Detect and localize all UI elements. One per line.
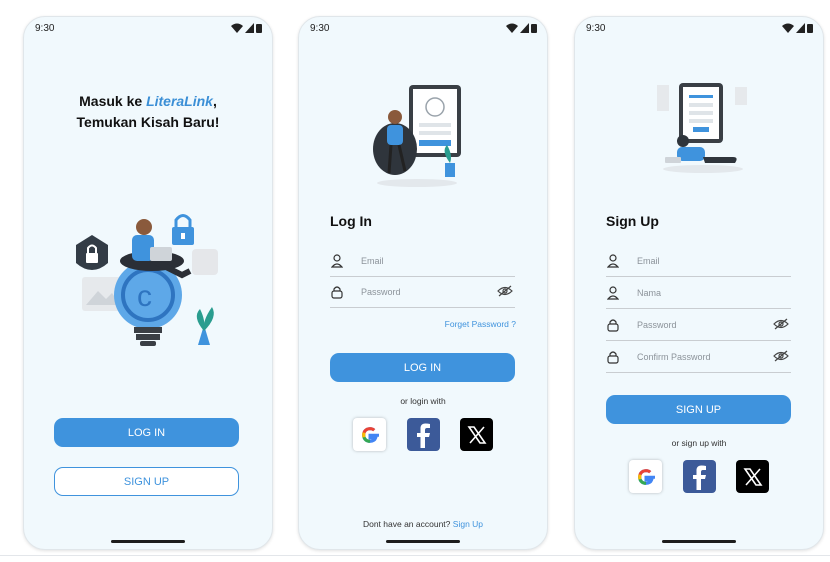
social-signup-row <box>629 460 769 493</box>
google-button[interactable] <box>353 418 386 451</box>
facebook-button[interactable] <box>406 418 440 451</box>
lightbulb-illustration: c <box>76 214 218 346</box>
signup-email-field[interactable]: Email <box>606 250 791 277</box>
facebook-icon <box>693 465 706 490</box>
name-placeholder: Nama <box>637 288 662 298</box>
signup-link[interactable]: Sign Up <box>453 519 483 529</box>
google-icon <box>361 426 379 443</box>
facebook-icon <box>417 423 430 448</box>
signup-screen: 9:30 Sign Up Email Nama Password Confirm… <box>574 16 824 550</box>
lock-icon <box>607 351 619 364</box>
status-icons <box>506 23 537 33</box>
eye-off-icon[interactable] <box>773 350 789 362</box>
x-button[interactable] <box>460 418 493 451</box>
signup-title: Sign Up <box>606 213 659 229</box>
login-title: Log In <box>330 213 372 229</box>
signup-button[interactable]: SIGN UP <box>54 467 239 496</box>
home-indicator <box>386 540 460 543</box>
brand-name: LiteraLink <box>146 93 213 109</box>
wifi-icon <box>782 23 794 33</box>
email-field[interactable]: Email <box>330 250 515 277</box>
confirm-password-placeholder: Confirm Password <box>637 352 711 362</box>
signup-submit-button[interactable]: SIGN UP <box>606 395 791 424</box>
welcome-title: Masuk ke LiteraLink, Temukan Kisah Baru! <box>24 91 272 133</box>
signup-password-field[interactable]: Password <box>606 314 791 341</box>
eye-off-icon[interactable] <box>773 318 789 330</box>
signup-prompt: Dont have an account? Sign Up <box>299 519 547 529</box>
status-icons <box>782 23 813 33</box>
email-placeholder: Email <box>361 256 384 266</box>
battery-icon <box>531 24 537 33</box>
battery-icon <box>256 24 262 33</box>
status-time: 9:30 <box>310 23 330 34</box>
background-divider <box>0 555 830 556</box>
x-button[interactable] <box>736 460 769 493</box>
google-button[interactable] <box>629 460 662 493</box>
wifi-icon <box>231 23 243 33</box>
x-icon <box>742 467 763 486</box>
password-field[interactable]: Password <box>330 281 515 308</box>
lock-icon <box>331 286 343 299</box>
user-icon <box>607 254 619 268</box>
signal-icon <box>520 23 529 33</box>
home-indicator <box>662 540 736 543</box>
status-time: 9:30 <box>35 23 55 34</box>
signal-icon <box>796 23 805 33</box>
or-login-with-text: or login with <box>400 396 446 406</box>
svg-text:c: c <box>137 280 152 313</box>
signal-icon <box>245 23 254 33</box>
signup-prompt-text: Dont have an account? <box>362 519 451 529</box>
login-button[interactable]: LOG IN <box>54 418 239 447</box>
login-screen: 9:30 Log In Email Password Forget Passwo… <box>298 16 548 550</box>
facebook-button[interactable] <box>682 460 716 493</box>
password-placeholder: Password <box>361 287 401 297</box>
title-prefix: Masuk ke <box>79 93 147 109</box>
google-icon <box>637 468 655 485</box>
title-suffix: , <box>212 93 217 109</box>
email-placeholder: Email <box>637 256 660 266</box>
battery-icon <box>807 24 813 33</box>
password-placeholder: Password <box>637 320 677 330</box>
login-submit-button[interactable]: LOG IN <box>330 353 515 382</box>
user-icon <box>331 254 343 268</box>
login-illustration <box>373 85 461 187</box>
forget-password-link[interactable]: Forget Password ? <box>445 319 516 329</box>
name-field[interactable]: Nama <box>606 282 791 309</box>
confirm-password-field[interactable]: Confirm Password <box>606 346 791 373</box>
or-signup-with-text: or sign up with <box>671 438 727 448</box>
eye-off-icon[interactable] <box>497 285 513 297</box>
social-login-row <box>353 418 493 451</box>
signup-illustration <box>657 83 747 173</box>
status-icons <box>231 23 262 33</box>
user-icon <box>607 286 619 300</box>
wifi-icon <box>506 23 518 33</box>
welcome-screen: 9:30 Masuk ke LiteraLink, Temukan Kisah … <box>23 16 273 550</box>
status-time: 9:30 <box>586 23 606 34</box>
title-line2: Temukan Kisah Baru! <box>76 114 220 130</box>
home-indicator <box>111 540 185 543</box>
lock-icon <box>607 319 619 332</box>
x-icon <box>466 425 487 444</box>
